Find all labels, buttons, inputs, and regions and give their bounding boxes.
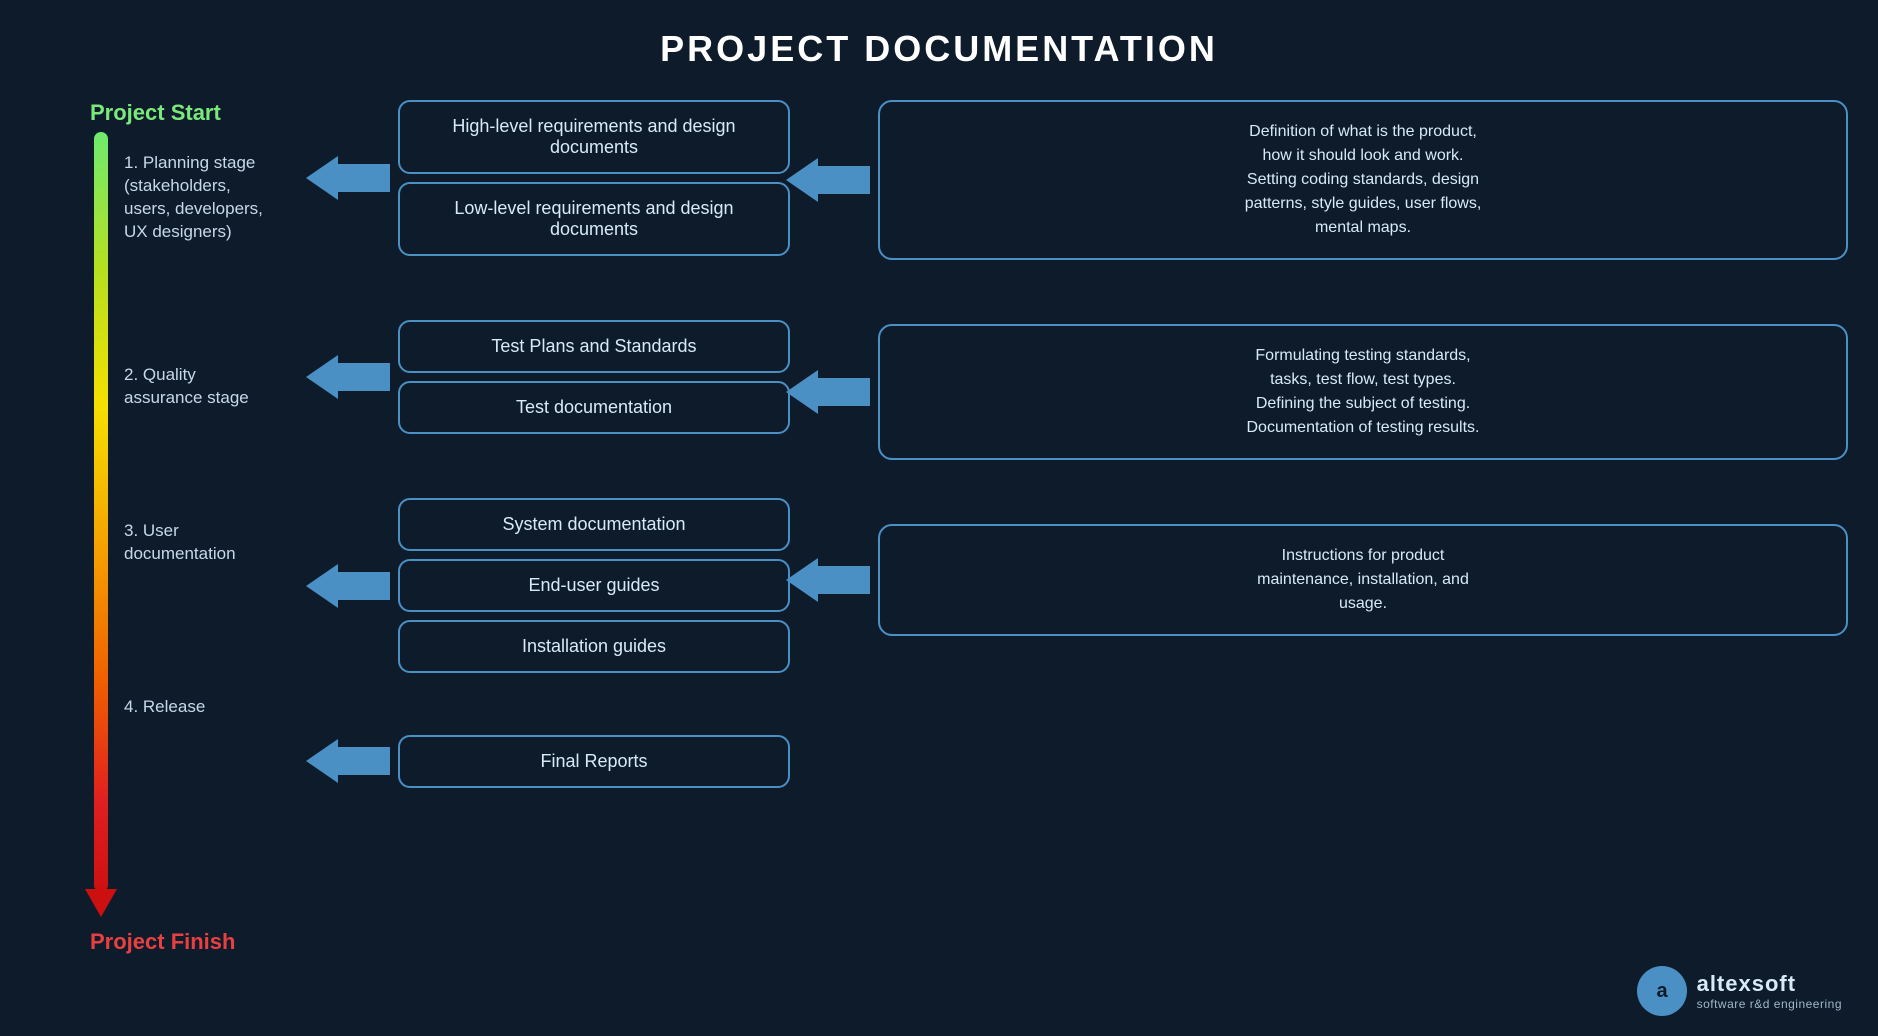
logo-name: altexsoft bbox=[1697, 971, 1842, 997]
logo-text: altexsoft software r&d engineering bbox=[1697, 971, 1842, 1011]
arrow-head-planning bbox=[306, 156, 338, 200]
planning-group: High-level requirements and design docum… bbox=[310, 100, 790, 256]
arrow-body-planning-desc bbox=[818, 166, 870, 194]
doc-box-system-docs: System documentation bbox=[398, 498, 790, 551]
timeline-arrow bbox=[85, 889, 117, 917]
doc-box-test-plans: Test Plans and Standards bbox=[398, 320, 790, 373]
altexsoft-icon: a bbox=[1644, 973, 1680, 1009]
planning-desc-arrow bbox=[790, 150, 870, 210]
page-title: PROJECT DOCUMENTATION bbox=[0, 0, 1878, 90]
qa-arrow bbox=[310, 347, 390, 407]
release-boxes: Final Reports bbox=[398, 735, 790, 788]
doc-box-end-user-guides: End-user guides bbox=[398, 559, 790, 612]
timeline-bar-wrap bbox=[92, 132, 110, 917]
logo-icon: a bbox=[1637, 966, 1687, 1016]
user-desc-row: Instructions for productmaintenance, ins… bbox=[790, 524, 1848, 636]
left-column: Project Start 1. Planning stage (stakeho… bbox=[30, 90, 310, 955]
doc-box-install-guides: Installation guides bbox=[398, 620, 790, 673]
stage-4-label: 4. Release bbox=[124, 696, 263, 719]
arrow-head-qa-desc bbox=[786, 370, 818, 414]
stage-2-label: 2. Quality assurance stage bbox=[124, 364, 263, 410]
qa-desc-box: Formulating testing standards,tasks, tes… bbox=[878, 324, 1848, 460]
middle-column: High-level requirements and design docum… bbox=[310, 90, 790, 809]
logo-area: a altexsoft software r&d engineering bbox=[1637, 966, 1842, 1016]
arrow-head-qa bbox=[306, 355, 338, 399]
planning-desc-box: Definition of what is the product,how it… bbox=[878, 100, 1848, 260]
arrow-head-user-desc bbox=[786, 558, 818, 602]
doc-box-test-docs: Test documentation bbox=[398, 381, 790, 434]
planning-boxes: High-level requirements and design docum… bbox=[398, 100, 790, 256]
arrow-body-user bbox=[338, 572, 390, 600]
doc-box-high-level: High-level requirements and design docum… bbox=[398, 100, 790, 174]
arrow-body-qa bbox=[338, 363, 390, 391]
arrow-body-user-desc bbox=[818, 566, 870, 594]
doc-box-final-reports: Final Reports bbox=[398, 735, 790, 788]
release-group: Final Reports bbox=[310, 731, 790, 791]
doc-box-low-level: Low-level requirements and design docume… bbox=[398, 182, 790, 256]
planning-desc-row: Definition of what is the product,how it… bbox=[790, 100, 1848, 260]
qa-group: Test Plans and Standards Test documentat… bbox=[310, 320, 790, 434]
arrow-body-qa-desc bbox=[818, 378, 870, 406]
timeline-bar bbox=[94, 132, 108, 892]
logo-subtitle: software r&d engineering bbox=[1697, 997, 1842, 1011]
user-boxes: System documentation End-user guides Ins… bbox=[398, 498, 790, 673]
stage-1-label: 1. Planning stage (stakeholders, users, … bbox=[124, 152, 263, 244]
user-group: System documentation End-user guides Ins… bbox=[310, 498, 790, 673]
user-desc-box: Instructions for productmaintenance, ins… bbox=[878, 524, 1848, 636]
stage-3-label: 3. User documentation bbox=[124, 520, 263, 566]
svg-text:a: a bbox=[1656, 980, 1668, 1002]
user-arrow bbox=[310, 556, 390, 616]
qa-desc-arrow bbox=[790, 362, 870, 422]
right-column: Definition of what is the product,how it… bbox=[790, 90, 1848, 654]
qa-desc-row: Formulating testing standards,tasks, tes… bbox=[790, 324, 1848, 460]
arrow-head-user bbox=[306, 564, 338, 608]
stages-column: 1. Planning stage (stakeholders, users, … bbox=[124, 132, 263, 718]
project-finish-label: Project Finish bbox=[90, 929, 235, 955]
qa-boxes: Test Plans and Standards Test documentat… bbox=[398, 320, 790, 434]
user-desc-arrow bbox=[790, 550, 870, 610]
arrow-body-planning bbox=[338, 164, 390, 192]
arrow-head-planning-desc bbox=[786, 158, 818, 202]
planning-arrow bbox=[310, 148, 390, 208]
arrow-body-release bbox=[338, 747, 390, 775]
arrow-head-release bbox=[306, 739, 338, 783]
release-arrow bbox=[310, 731, 390, 791]
project-start-label: Project Start bbox=[90, 100, 221, 126]
